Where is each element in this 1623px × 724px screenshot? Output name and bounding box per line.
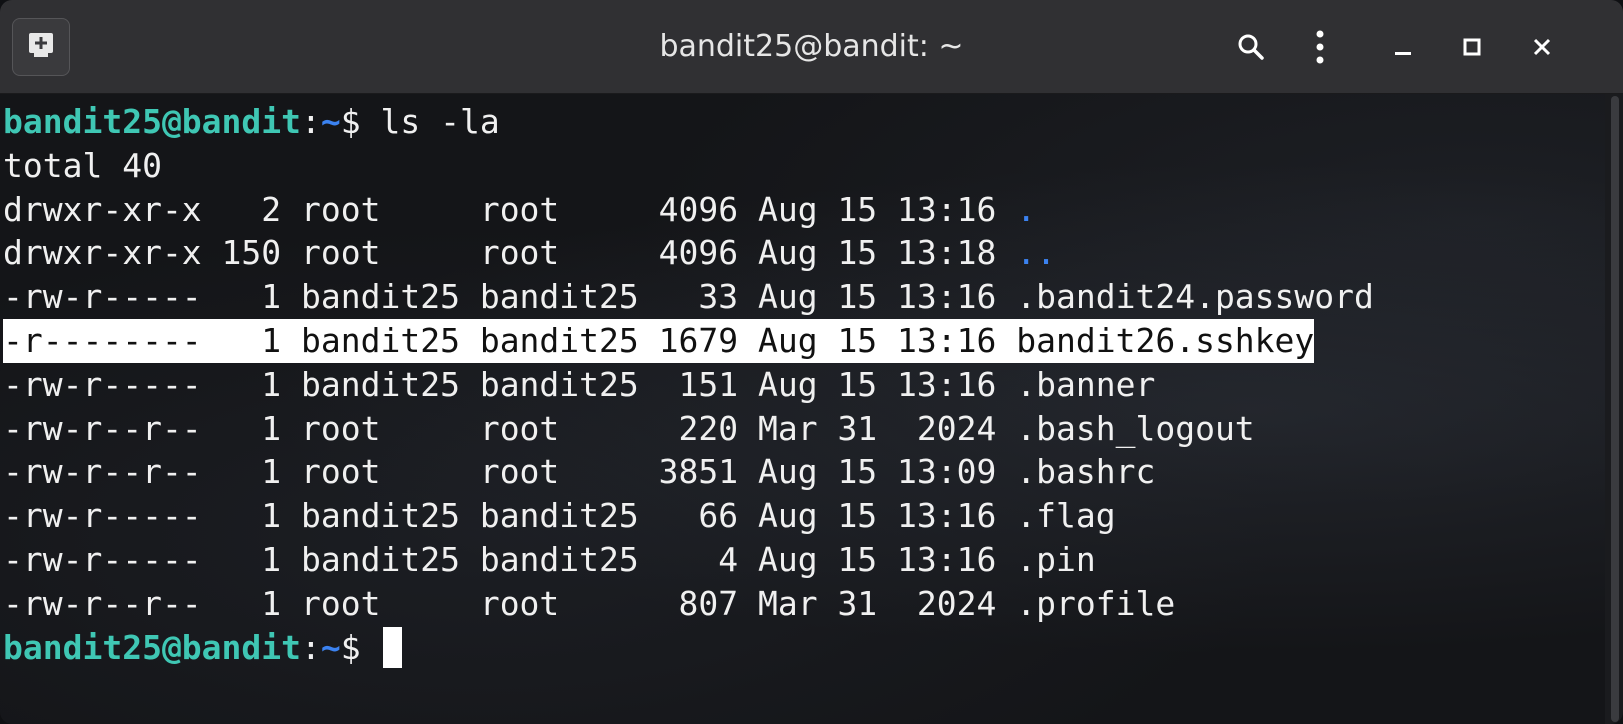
maximize-icon [1462, 37, 1482, 57]
prompt-symbol: $ [340, 627, 381, 667]
list-item: drwxr-xr-x 2 root root 4096 Aug 15 13:16… [3, 188, 1374, 232]
new-tab-icon [26, 30, 56, 65]
prompt-colon: : [301, 102, 321, 141]
prompt-user-host: bandit25@bandit [3, 102, 302, 141]
entry-meta: -rw-r----- 1 bandit25 bandit25 33 Aug 15… [3, 277, 1017, 317]
terminal-window: bandit25@bandit: ~ bandit25@bandit:~$ ls… [0, 0, 1623, 724]
scrollbar-thumb[interactable] [1611, 96, 1619, 722]
prompt-symbol: $ [340, 102, 381, 141]
entry-name: .pin [1016, 539, 1096, 579]
menu-button[interactable] [1295, 22, 1345, 72]
list-item: -rw-r----- 1 bandit25 bandit25 4 Aug 15 … [3, 538, 1374, 582]
list-item: -rw-r----- 1 bandit25 bandit25 66 Aug 15… [3, 494, 1374, 538]
terminal-lines: bandit25@bandit:~$ ls -la total 40 drwxr… [3, 100, 1374, 669]
entry-meta: -rw-r--r-- 1 root root 220 Mar 31 2024 [3, 408, 1017, 448]
close-icon [1532, 37, 1552, 57]
title-bar: bandit25@bandit: ~ [0, 0, 1623, 94]
kebab-menu-icon [1313, 30, 1327, 64]
list-item: -rw-r----- 1 bandit25 bandit25 151 Aug 1… [3, 363, 1374, 407]
scrollbar[interactable] [1605, 94, 1623, 724]
total-line: total 40 [3, 145, 162, 185]
text-cursor [382, 626, 402, 668]
entry-meta: -rw-r----- 1 bandit25 bandit25 4 Aug 15 … [3, 539, 1017, 579]
minimize-button[interactable] [1378, 22, 1428, 72]
new-tab-button[interactable] [12, 18, 70, 76]
prompt-path: ~ [320, 627, 341, 667]
list-item: -rw-r--r-- 1 root root 3851 Aug 15 13:09… [3, 450, 1374, 494]
entry-name: .banner [1016, 364, 1156, 404]
minimize-icon [1393, 37, 1413, 57]
list-item: -rw-r--r-- 1 root root 220 Mar 31 2024 .… [3, 407, 1374, 451]
command-line: bandit25@bandit:~$ ls -la [3, 100, 1374, 144]
entry-meta: -rw-r----- 1 bandit25 bandit25 151 Aug 1… [3, 364, 1017, 404]
selected-text[interactable]: -r-------- 1 bandit25 bandit25 1679 Aug … [3, 318, 1315, 363]
entry-name: bandit26.sshkey [1016, 320, 1315, 360]
entry-name: .bash_logout [1016, 408, 1255, 448]
entry-meta: -rw-r--r-- 1 root root 807 Mar 31 2024 [3, 583, 1017, 623]
entry-meta: -r-------- 1 bandit25 bandit25 1679 Aug … [3, 320, 1017, 360]
search-icon [1236, 32, 1266, 62]
list-item: drwxr-xr-x 150 root root 4096 Aug 15 13:… [3, 231, 1374, 275]
prompt-line[interactable]: bandit25@bandit:~$ [3, 626, 1374, 670]
entry-name: .profile [1016, 583, 1176, 623]
command-input: ls -la [380, 102, 500, 141]
entry-meta: -rw-r--r-- 1 root root 3851 Aug 15 13:09 [3, 452, 1017, 492]
entry-name: .flag [1016, 496, 1116, 536]
entry-meta: drwxr-xr-x 2 root root 4096 Aug 15 13:16 [3, 189, 1017, 229]
list-item: -rw-r--r-- 1 root root 807 Mar 31 2024 .… [3, 582, 1374, 626]
prompt-colon: : [301, 627, 321, 667]
entry-meta: -rw-r----- 1 bandit25 bandit25 66 Aug 15… [3, 496, 1017, 536]
search-button[interactable] [1226, 22, 1276, 72]
entry-name: .. [1016, 233, 1057, 273]
close-button[interactable] [1517, 22, 1567, 72]
entry-name: .bashrc [1016, 452, 1156, 492]
list-item: -rw-r----- 1 bandit25 bandit25 33 Aug 15… [3, 275, 1374, 319]
entry-name: . [1016, 189, 1037, 229]
terminal-output-area[interactable]: bandit25@bandit:~$ ls -la total 40 drwxr… [0, 94, 1605, 724]
prompt-path: ~ [320, 102, 341, 141]
maximize-button[interactable] [1447, 22, 1497, 72]
entry-name: .bandit24.password [1016, 277, 1374, 317]
list-item-selected: -r-------- 1 bandit25 bandit25 1679 Aug … [3, 318, 1374, 363]
prompt-user-host: bandit25@bandit [3, 627, 302, 667]
entry-meta: drwxr-xr-x 150 root root 4096 Aug 15 13:… [3, 233, 1017, 273]
